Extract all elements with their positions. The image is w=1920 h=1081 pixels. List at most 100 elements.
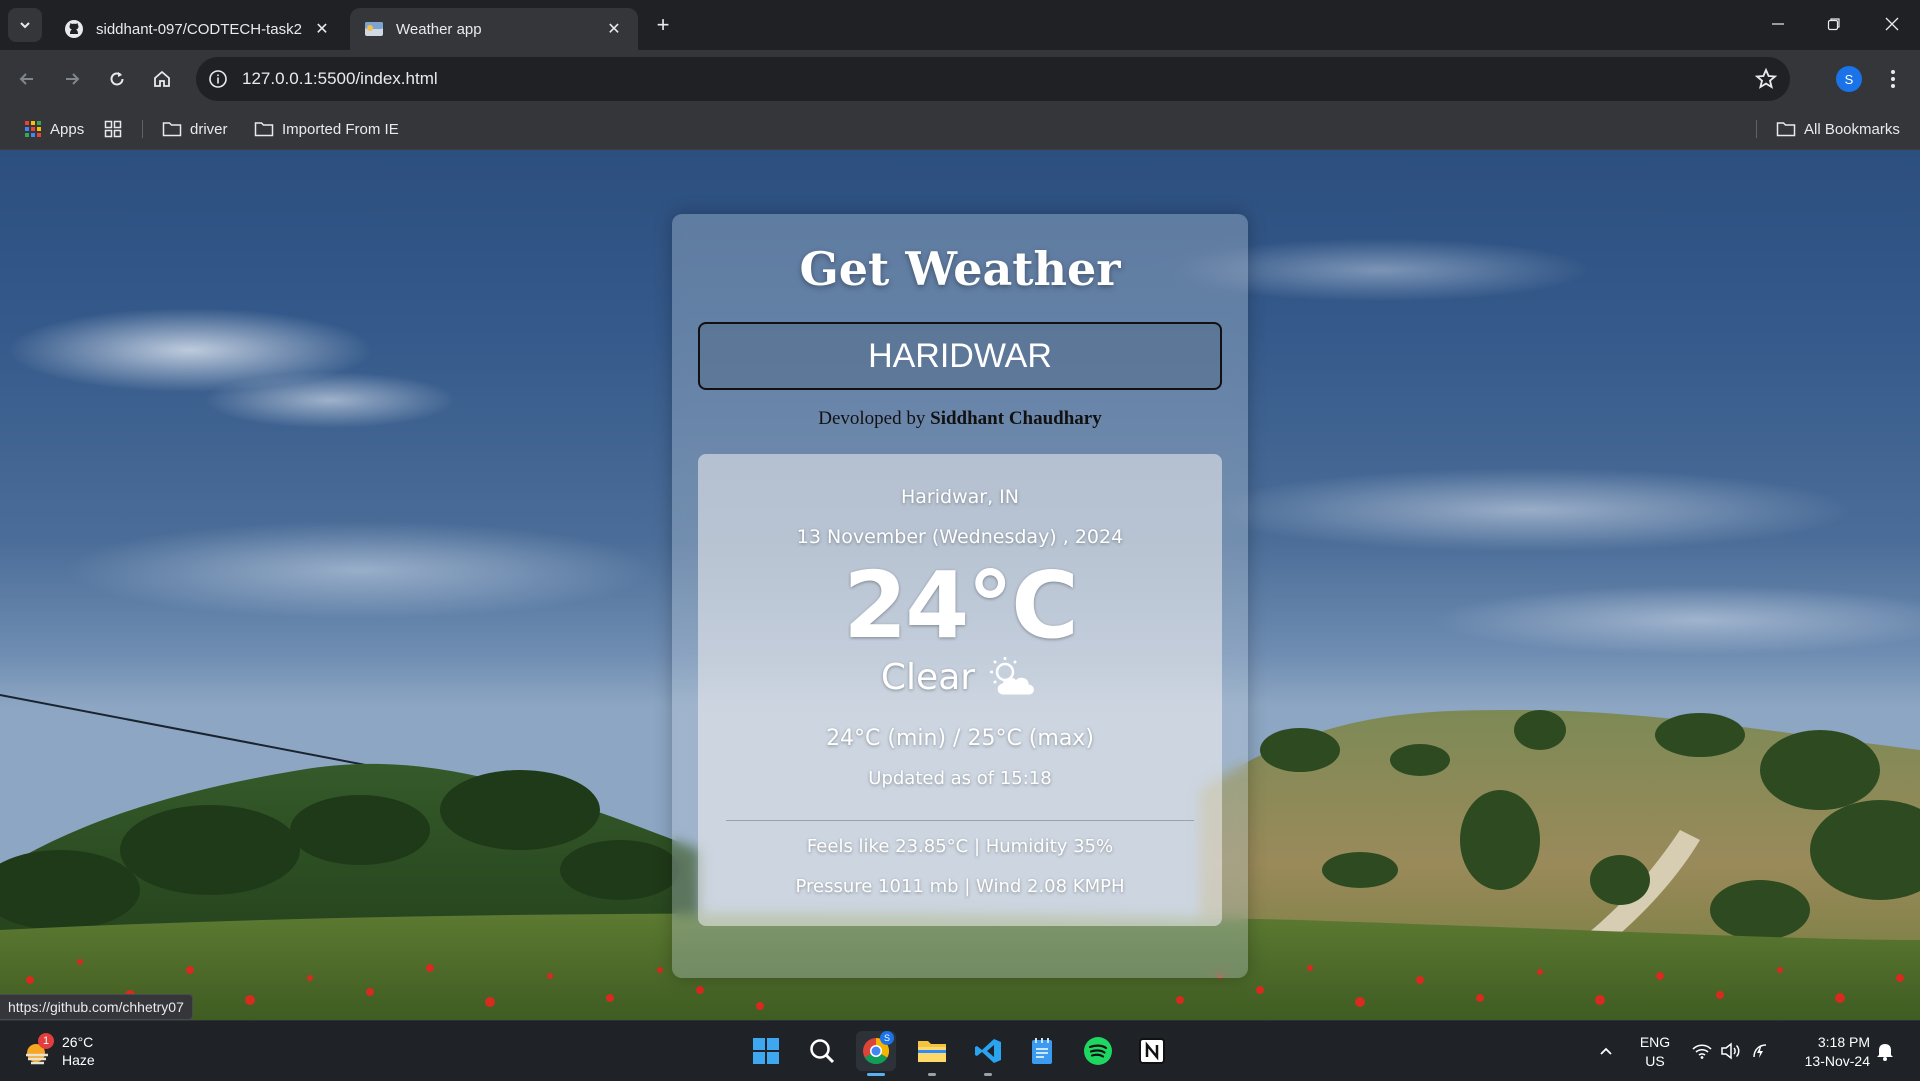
bookmark-folder-imported[interactable]: Imported From IE xyxy=(254,117,399,141)
tab-search-button[interactable] xyxy=(8,8,42,42)
address-bar[interactable]: 127.0.0.1:5500/index.html xyxy=(196,57,1790,101)
bookmark-separator xyxy=(142,120,143,138)
credit-prefix: Devoloped by xyxy=(818,408,926,429)
wifi-icon xyxy=(1692,1044,1712,1059)
notification-badge: 1 xyxy=(38,1033,54,1049)
updated-time-text: Updated as of 15:18 xyxy=(868,768,1052,789)
feels-humidity-text: Feels like 23.85°C | Humidity 35% xyxy=(806,836,1114,857)
bell-icon xyxy=(1877,1044,1893,1061)
tab-github[interactable]: siddhant-097/CODTECH-task2 ✕ xyxy=(50,8,346,50)
browser-titlebar: siddhant-097/CODTECH-task2 ✕ Weather app… xyxy=(0,0,1920,50)
partly-cloudy-icon xyxy=(990,657,1034,695)
bookmark-star-icon[interactable] xyxy=(1754,67,1778,91)
temperature-value: 24°C xyxy=(843,552,1079,659)
bookmarks-bar: Apps driver Imported From IE All Bookmar… xyxy=(0,108,1920,150)
home-button[interactable] xyxy=(145,62,179,96)
close-window-button[interactable] xyxy=(1864,0,1920,48)
page-viewport: Get Weather Devoloped by Siddhant Chaudh… xyxy=(0,150,1920,1020)
tab-title: siddhant-097/CODTECH-task2 xyxy=(96,20,302,38)
vscode-icon xyxy=(975,1039,1001,1063)
bookmark-folder-driver[interactable]: driver xyxy=(162,117,228,141)
taskbar-search-button[interactable] xyxy=(802,1031,842,1071)
tray-overflow-button[interactable] xyxy=(1598,1021,1614,1081)
chevron-up-icon xyxy=(1600,1047,1612,1055)
reload-icon xyxy=(110,72,124,86)
location-text: Haridwar, IN xyxy=(901,486,1019,508)
weather-favicon xyxy=(365,22,383,36)
divider xyxy=(726,820,1194,821)
bookmark-apps[interactable]: Apps xyxy=(24,117,84,141)
tab-weather-app[interactable]: Weather app ✕ xyxy=(350,8,638,50)
notifications-button[interactable] xyxy=(1876,1021,1894,1081)
restore-button[interactable] xyxy=(1806,0,1862,48)
menu-button[interactable] xyxy=(1880,64,1906,94)
arrow-left-icon xyxy=(19,73,33,85)
taskbar-notepad-button[interactable] xyxy=(1022,1031,1062,1071)
bookmark-label: driver xyxy=(190,120,228,138)
reload-button[interactable] xyxy=(100,62,134,96)
volume-status[interactable] xyxy=(1720,1021,1740,1081)
language-bottom: US xyxy=(1645,1053,1665,1069)
search-icon xyxy=(810,1039,835,1064)
clock-date: 13-Nov-24 xyxy=(1804,1053,1870,1069)
tab-title: Weather app xyxy=(396,20,482,38)
spotify-icon xyxy=(1084,1037,1112,1065)
taskbar-spotify-button[interactable] xyxy=(1078,1031,1118,1071)
minimize-button[interactable] xyxy=(1750,0,1806,48)
taskbar-weather-widget[interactable]: 1 26°C Haze xyxy=(22,1031,95,1071)
github-icon xyxy=(65,20,83,38)
taskbar-notion-button[interactable] xyxy=(1132,1031,1172,1071)
folder-icon xyxy=(1776,122,1796,137)
taskbar-file-explorer-button[interactable] xyxy=(912,1031,952,1071)
status-bar-url: https://github.com/chhetry07 xyxy=(0,994,193,1020)
close-tab-icon[interactable]: ✕ xyxy=(312,19,332,39)
weather-widget-temp: 26°C xyxy=(62,1034,94,1050)
profile-avatar[interactable]: S xyxy=(1836,66,1862,92)
bookmark-all-bookmarks[interactable]: All Bookmarks xyxy=(1776,117,1900,141)
close-icon xyxy=(1885,17,1899,31)
bookmark-tab-groups[interactable] xyxy=(104,117,130,141)
language-indicator[interactable]: ENG US xyxy=(1636,1033,1674,1071)
restore-icon xyxy=(1827,18,1840,31)
forward-button[interactable] xyxy=(55,62,89,96)
url-text: 127.0.0.1:5500/index.html xyxy=(242,69,438,88)
condition-text: Clear xyxy=(880,656,976,698)
weather-result-panel: Haridwar, IN 13 November (Wednesday) , 2… xyxy=(698,454,1222,926)
taskbar-vscode-button[interactable] xyxy=(968,1031,1008,1071)
windows-logo-icon xyxy=(753,1038,779,1064)
min-max-text: 24°C (min) / 25°C (max) xyxy=(826,726,1094,751)
kebab-menu-icon xyxy=(1891,70,1895,88)
page-title: Get Weather xyxy=(799,242,1121,296)
pressure-wind-text: Pressure 1011 mb | Wind 2.08 KMPH xyxy=(795,876,1125,897)
date-text: 13 November (Wednesday) , 2024 xyxy=(796,526,1124,548)
new-tab-button[interactable]: + xyxy=(650,12,676,38)
arrow-right-icon xyxy=(66,73,80,85)
wifi-status[interactable] xyxy=(1692,1021,1712,1081)
close-tab-icon[interactable]: ✕ xyxy=(604,19,624,39)
active-app-indicator xyxy=(867,1073,885,1076)
weather-widget-desc: Haze xyxy=(62,1052,95,1068)
language-top: ENG xyxy=(1639,1034,1671,1050)
bookmark-label: Imported From IE xyxy=(282,120,399,138)
condition-row: Clear xyxy=(698,654,1222,700)
running-app-indicator xyxy=(928,1073,936,1076)
folder-icon xyxy=(162,122,182,137)
taskbar-start-button[interactable] xyxy=(746,1031,786,1071)
taskbar-chrome-button[interactable]: S xyxy=(856,1031,896,1071)
system-clock[interactable]: 3:18 PM 13-Nov-24 xyxy=(1788,1033,1870,1071)
notion-icon xyxy=(1139,1038,1165,1064)
battery-status[interactable] xyxy=(1750,1021,1770,1081)
notepad-icon xyxy=(1032,1038,1052,1064)
city-search-input[interactable] xyxy=(698,322,1222,390)
bookmark-label: Apps xyxy=(50,120,85,138)
running-app-indicator xyxy=(984,1073,992,1076)
chrome-profile-badge: S xyxy=(880,1031,894,1045)
folder-icon xyxy=(918,1041,946,1062)
folder-icon xyxy=(254,122,274,137)
clock-time: 3:18 PM xyxy=(1817,1034,1870,1050)
browser-toolbar: 127.0.0.1:5500/index.html S xyxy=(0,50,1920,108)
volume-icon xyxy=(1721,1042,1740,1060)
site-info-icon[interactable] xyxy=(206,67,230,91)
tab-groups-icon xyxy=(104,120,122,138)
back-button[interactable] xyxy=(10,62,44,96)
